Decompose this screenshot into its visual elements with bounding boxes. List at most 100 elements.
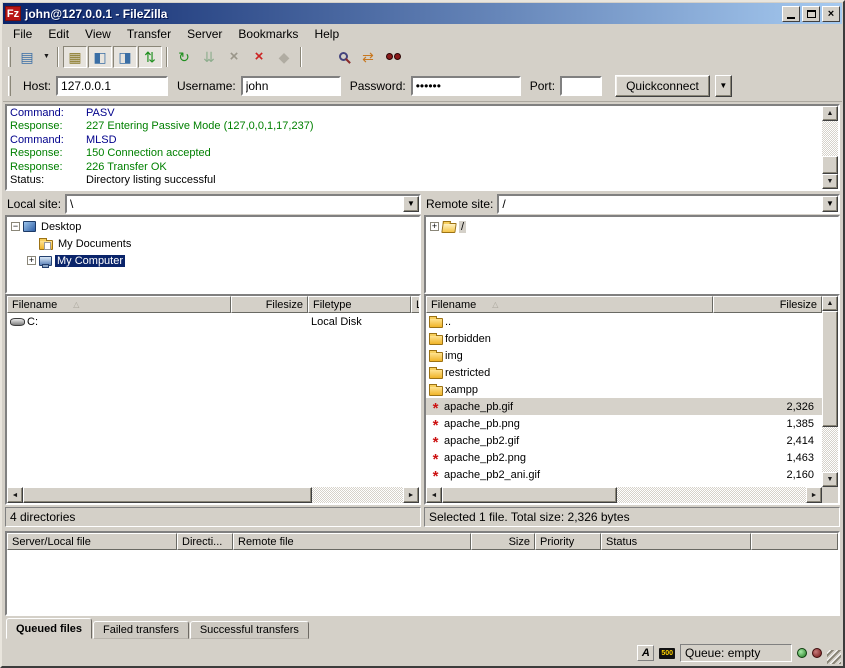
remote-vertical-scrollbar[interactable]: ▲ ▼ [822,296,838,487]
toolbar-button-site-manager[interactable]: ▤ [15,46,39,68]
scroll-down-icon[interactable]: ▼ [822,472,838,487]
port-input[interactable] [560,76,602,96]
tree-item-label: My Documents [56,238,133,250]
tree-item-label: / [459,221,466,233]
toolbar-button-search[interactable] [331,46,355,68]
remote-file-row[interactable]: *apache_pb2_ani.gif2,160 [426,466,822,483]
tab-failed-transfers[interactable]: Failed transfers [93,621,189,639]
toolbar-button-toggle-queue[interactable]: ⇅ [138,46,162,68]
remote-hscroll-thumb[interactable] [442,487,617,503]
menu-item-edit[interactable]: Edit [40,25,77,43]
local-site-dropdown-button[interactable]: ▼ [403,196,419,212]
column-header-remote-file[interactable]: Remote file [233,533,471,550]
scroll-down-icon[interactable]: ▼ [822,174,838,189]
tree-item[interactable]: +My Computer [7,252,419,269]
column-header-priority[interactable]: Priority [535,533,601,550]
remote-file-row[interactable]: restricted [426,364,822,381]
column-header-filename[interactable]: Filename△ [426,296,713,313]
scroll-right-icon[interactable]: ► [806,487,822,503]
minimize-button[interactable] [782,6,800,22]
remote-file-row[interactable]: xampp [426,381,822,398]
password-input[interactable] [411,76,521,96]
message-log-lines: Command:PASVResponse:227 Entering Passiv… [7,106,822,189]
column-header-directi-[interactable]: Directi... [177,533,233,550]
log-scrollbar[interactable]: ▲ ▼ [822,106,838,189]
menu-item-server[interactable]: Server [179,25,230,43]
remote-site-dropdown-button[interactable]: ▼ [822,196,838,212]
tree-item[interactable]: +/ [426,218,838,235]
title-bar[interactable]: Fz john@127.0.0.1 - FileZilla × [3,3,842,24]
local-horizontal-scrollbar[interactable]: ◄ ► [7,487,419,503]
column-header-filesize[interactable]: Filesize [231,296,308,313]
scroll-up-icon[interactable]: ▲ [822,296,838,311]
connection-insecure-led-icon [812,648,822,658]
remote-site-bar: Remote site: / ▼ [424,193,840,214]
scroll-left-icon[interactable]: ◄ [426,487,442,503]
disconnect-icon: × [255,50,264,64]
local-hscroll-thumb[interactable] [23,487,312,503]
toolbar-button-disconnect[interactable]: × [247,46,271,68]
filezilla-window: Fz john@127.0.0.1 - FileZilla × FileEdit… [0,0,845,668]
minimize-icon [787,17,795,19]
menu-item-help[interactable]: Help [306,25,347,43]
queue-tabs: Queued filesFailed transfersSuccessful t… [3,616,842,640]
remote-file-row[interactable]: forbidden [426,330,822,347]
toolbar-button-toggle-local-tree[interactable]: ◧ [88,46,112,68]
toolbar-button-compare-directories[interactable]: ⇄ [356,46,380,68]
remote-file-row[interactable]: *apache_pb.gif2,326 [426,398,822,415]
remote-file-row[interactable]: .. [426,313,822,330]
column-header-filesize[interactable]: Filesize [713,296,822,313]
username-input[interactable] [241,76,341,96]
remote-site-combobox[interactable]: / ▼ [497,194,840,214]
quickconnect-dropdown-button[interactable]: ▼ [715,75,732,97]
menu-item-transfer[interactable]: Transfer [119,25,179,43]
tree-item[interactable]: My Documents [7,235,419,252]
toolbar-button-abort[interactable]: ◆ [272,46,296,68]
remote-file-row[interactable]: *apache_pb2.gif2,414 [426,432,822,449]
local-file-row[interactable]: C:Local Disk [7,313,419,330]
remote-file-row[interactable]: *apache_pb.png1,385 [426,415,822,432]
local-site-combobox[interactable]: \ ▼ [65,194,421,214]
column-header-status[interactable]: Status [601,533,751,550]
speed-limits-icon[interactable]: 500 [659,648,675,659]
search-icon [339,52,348,61]
remote-horizontal-scrollbar[interactable]: ◄ ► [426,487,822,503]
scroll-right-icon[interactable]: ► [403,487,419,503]
host-input[interactable] [56,76,168,96]
expand-icon[interactable]: + [27,256,36,265]
toolbar-button-cancel-operation[interactable]: × [222,46,246,68]
collapse-icon[interactable]: − [11,222,20,231]
toolbar-button-synchronized-browsing[interactable] [381,46,405,68]
menu-item-bookmarks[interactable]: Bookmarks [230,25,306,43]
tab-successful-transfers[interactable]: Successful transfers [190,621,309,639]
column-header-filetype[interactable]: Filetype [308,296,411,313]
menu-item-view[interactable]: View [77,25,119,43]
maximize-button[interactable] [802,6,820,22]
toolbar-button-process-queue[interactable]: ⇊ [197,46,221,68]
tab-queued-files[interactable]: Queued files [6,618,92,639]
toolbar-button-filter[interactable] [306,46,330,68]
toolbar-button-toggle-message-log[interactable]: ▦ [63,46,87,68]
column-header-server-local-file[interactable]: Server/Local file [7,533,177,550]
column-header-size[interactable]: Size [471,533,535,550]
toolbar-button-toggle-remote-tree[interactable]: ◨ [113,46,137,68]
close-button[interactable]: × [822,6,840,22]
app-icon[interactable]: Fz [5,6,21,21]
data-type-indicator-icon[interactable]: A [637,645,654,661]
column-header-l[interactable]: L [411,296,419,313]
tree-item[interactable]: −Desktop [7,218,419,235]
remote-file-row[interactable]: img [426,347,822,364]
window-controls: × [782,6,840,22]
menu-item-file[interactable]: File [5,25,40,43]
quickconnect-button[interactable]: Quickconnect [615,75,710,97]
remote-vscroll-thumb[interactable] [822,311,838,427]
log-scrollbar-thumb[interactable] [822,156,838,174]
resize-grip[interactable] [827,650,841,664]
toolbar-button-site-manager-dropdown-arrow[interactable]: ▼ [40,46,53,68]
column-header-filename[interactable]: Filename△ [7,296,231,313]
toolbar-button-refresh[interactable]: ↻ [172,46,196,68]
remote-file-row[interactable]: *apache_pb2.png1,463 [426,449,822,466]
scroll-left-icon[interactable]: ◄ [7,487,23,503]
scroll-up-icon[interactable]: ▲ [822,106,838,121]
expand-icon[interactable]: + [430,222,439,231]
